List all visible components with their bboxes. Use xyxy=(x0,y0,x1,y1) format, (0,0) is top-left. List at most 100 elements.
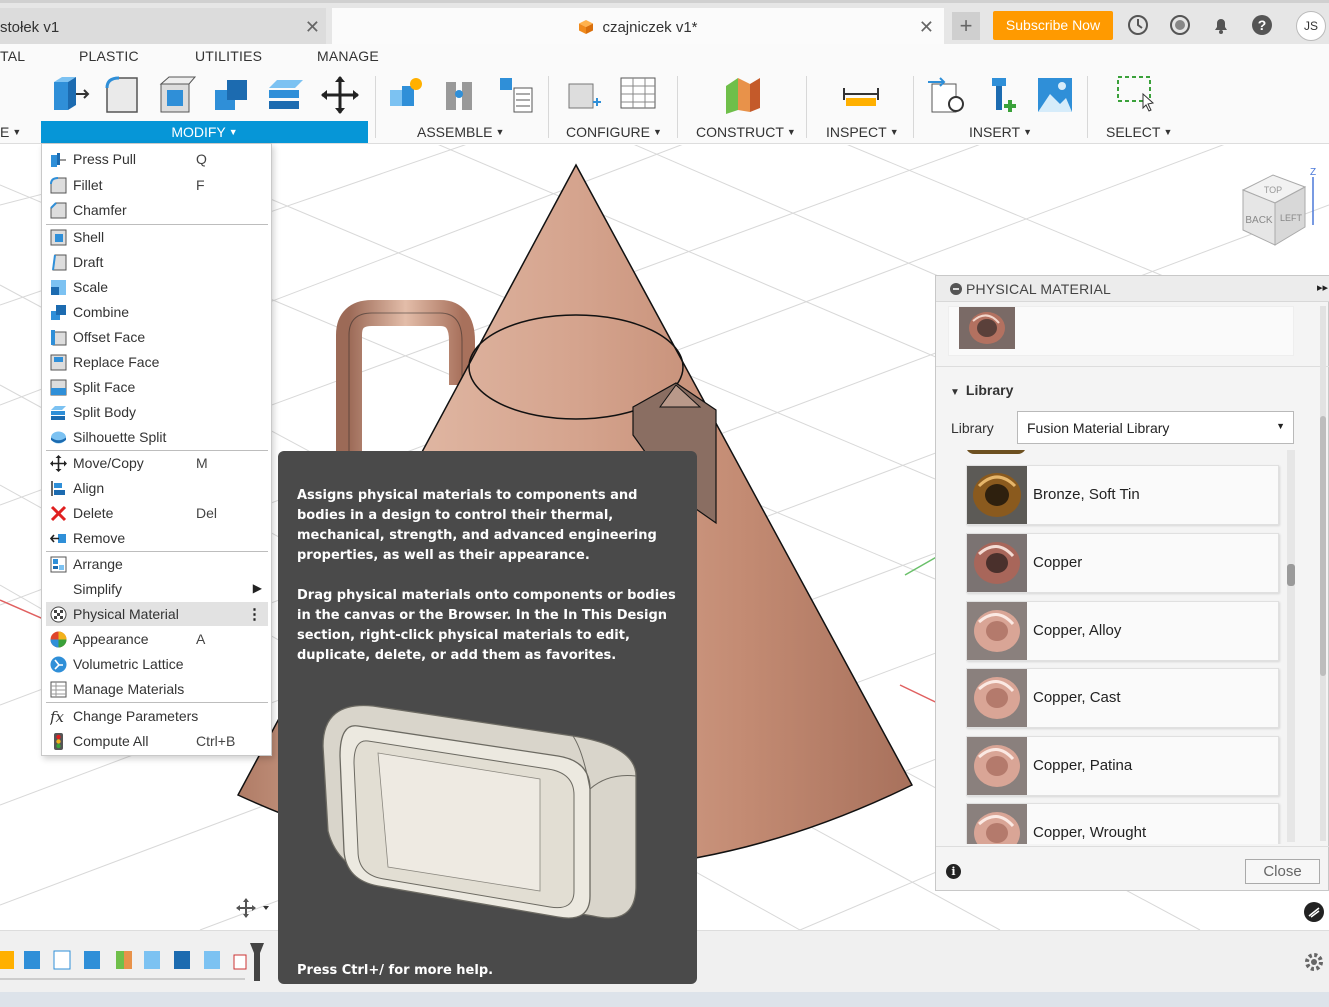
menu-item-simplify[interactable]: Simplify ▶ xyxy=(46,577,268,601)
tab-sheet-metal[interactable]: TAL xyxy=(0,48,25,64)
material-row-copper[interactable]: Copper xyxy=(966,533,1279,593)
insert-mcmaster-icon[interactable] xyxy=(980,74,1022,116)
menu-item-replace-face[interactable]: Replace Face xyxy=(46,350,268,374)
ribbon-separator xyxy=(913,76,914,138)
manage-materials-icon xyxy=(50,681,67,698)
menu-item-shell[interactable]: Shell xyxy=(46,225,268,249)
split-body-icon xyxy=(51,406,66,420)
menu-item-align[interactable]: Align xyxy=(46,476,268,500)
insert-group-button[interactable]: INSERT ▼ xyxy=(969,124,1032,140)
menu-item-combine[interactable]: Combine xyxy=(46,300,268,324)
menu-item-scale[interactable]: Scale xyxy=(46,275,268,299)
menu-item-arrange[interactable]: Arrange xyxy=(46,552,268,576)
insert-derive-icon[interactable] xyxy=(926,74,968,116)
tab-utilities[interactable]: UTILITIES xyxy=(195,48,262,64)
clock-icon[interactable] xyxy=(1127,14,1149,36)
press-pull-icon xyxy=(51,153,66,167)
insert-canvas-icon[interactable] xyxy=(1034,74,1076,116)
current-material-thumbnail[interactable] xyxy=(959,307,1015,349)
new-component-icon[interactable] xyxy=(386,74,428,116)
assemble-group-button[interactable]: ASSEMBLE ▼ xyxy=(417,124,504,140)
joint-icon[interactable] xyxy=(440,74,482,116)
library-section-header[interactable]: ▼ Library xyxy=(950,382,1013,398)
shell-tool-icon[interactable] xyxy=(157,74,199,116)
library-select[interactable]: Fusion Material Library ▼ xyxy=(1017,411,1294,444)
configuration-table-icon[interactable] xyxy=(617,74,659,116)
menu-item-chamfer[interactable]: Chamfer xyxy=(46,198,268,222)
combine-tool-icon[interactable] xyxy=(211,74,253,116)
menu-item-move-copy[interactable]: Move/Copy M xyxy=(46,451,268,475)
material-row-copper-alloy[interactable]: Copper, Alloy xyxy=(966,601,1279,661)
material-row-copper-patina[interactable]: Copper, Patina xyxy=(966,736,1279,796)
menu-item-compute-all[interactable]: Compute All Ctrl+B xyxy=(46,729,268,753)
material-row-copper-cast[interactable]: Copper, Cast xyxy=(966,668,1279,728)
panel-scrollbar-thumb[interactable] xyxy=(1320,416,1326,676)
menu-item-offset-face[interactable]: Offset Face xyxy=(46,325,268,349)
menu-item-silhouette-split[interactable]: Silhouette Split xyxy=(46,425,268,449)
history-icon[interactable] xyxy=(1169,14,1191,36)
expand-panel-icon[interactable]: ▸▸ xyxy=(1317,281,1328,294)
material-row-copper-wrought[interactable]: Copper, Wrought xyxy=(966,803,1279,844)
bill-of-materials-icon[interactable] xyxy=(494,74,536,116)
configure-icon[interactable] xyxy=(563,74,605,116)
menu-item-fillet[interactable]: Fillet F xyxy=(46,173,268,197)
tab-title: czajniczek v1* xyxy=(602,18,698,36)
submenu-arrow-icon: ▶ xyxy=(252,581,262,595)
select-window-icon[interactable] xyxy=(1115,74,1157,116)
info-icon[interactable]: i xyxy=(946,864,961,879)
group-label-partial[interactable]: E ▼ xyxy=(0,124,21,140)
tab-plastic[interactable]: PLASTIC xyxy=(79,48,139,64)
menu-item-physical-material[interactable]: Physical Material ⋮ xyxy=(46,602,268,626)
inspect-group-button[interactable]: INSPECT ▼ xyxy=(826,124,899,140)
modify-group-button[interactable]: MODIFY ▼ xyxy=(41,121,368,143)
status-bar xyxy=(0,992,1329,1007)
menu-item-remove[interactable]: Remove xyxy=(46,526,268,550)
tab-manage[interactable]: MANAGE xyxy=(317,48,379,64)
menu-item-manage-materials[interactable]: Manage Materials xyxy=(46,677,268,701)
move-icon xyxy=(50,455,67,472)
collapse-panel-icon[interactable] xyxy=(950,283,962,295)
move-tool-icon[interactable] xyxy=(319,74,361,116)
user-avatar[interactable]: JS xyxy=(1296,11,1326,41)
subscribe-button[interactable]: Subscribe Now xyxy=(993,11,1113,40)
view-cube[interactable]: TOP BACK LEFT Z xyxy=(1233,165,1323,255)
menu-item-press-pull[interactable]: Press Pull Q xyxy=(46,147,268,171)
close-button[interactable]: Close xyxy=(1245,859,1320,884)
shell-icon xyxy=(50,229,67,246)
construct-plane-icon[interactable] xyxy=(722,74,764,116)
timeline-settings-gear-icon[interactable] xyxy=(1303,951,1325,973)
construct-group-button[interactable]: CONSTRUCT ▼ xyxy=(696,124,796,140)
menu-item-split-body[interactable]: Split Body xyxy=(46,400,268,424)
bell-icon[interactable] xyxy=(1210,14,1232,36)
configure-group-button[interactable]: CONFIGURE ▼ xyxy=(566,124,662,140)
menu-item-delete[interactable]: Delete Del xyxy=(46,501,268,525)
comment-badge-icon[interactable] xyxy=(1303,901,1325,923)
timeline-feature-icons xyxy=(0,950,247,970)
material-list-scrollbar[interactable] xyxy=(1287,450,1295,842)
close-tab-icon[interactable]: ✕ xyxy=(305,17,320,38)
viewcube-back-label: BACK xyxy=(1245,215,1273,226)
select-group-button[interactable]: SELECT ▼ xyxy=(1106,124,1172,140)
menu-item-volumetric-lattice[interactable]: Volumetric Lattice xyxy=(46,652,268,676)
menu-item-change-parameters[interactable]: fx Change Parameters xyxy=(46,704,268,728)
volumetric-lattice-icon xyxy=(50,656,67,673)
split-body-tool-icon[interactable] xyxy=(265,74,307,116)
close-tab-icon[interactable]: ✕ xyxy=(919,17,934,38)
measure-icon[interactable] xyxy=(840,74,882,116)
document-tab-czajniczek[interactable]: czajniczek v1* ✕ xyxy=(332,8,944,46)
document-tab-stolek[interactable]: stołek v1 ✕ xyxy=(0,8,326,46)
help-icon[interactable]: ? xyxy=(1251,14,1273,36)
panel-scrollbar[interactable] xyxy=(1320,306,1326,841)
material-thumbnail xyxy=(967,804,1027,844)
panel-header[interactable]: PHYSICAL MATERIAL ▸▸ xyxy=(936,276,1329,302)
material-row-bronze-soft-tin[interactable]: Bronze, Soft Tin xyxy=(966,465,1279,525)
pan-navigation-icon[interactable] xyxy=(236,897,272,919)
press-pull-tool-icon[interactable] xyxy=(50,74,92,116)
menu-item-split-face[interactable]: Split Face xyxy=(46,375,268,399)
fillet-tool-icon[interactable] xyxy=(103,74,145,116)
scrollbar-thumb[interactable] xyxy=(1287,564,1295,586)
menu-item-appearance[interactable]: Appearance A xyxy=(46,627,268,651)
new-tab-button[interactable]: + xyxy=(952,12,980,40)
more-options-icon[interactable]: ⋮ xyxy=(247,605,262,623)
menu-item-draft[interactable]: Draft xyxy=(46,250,268,274)
